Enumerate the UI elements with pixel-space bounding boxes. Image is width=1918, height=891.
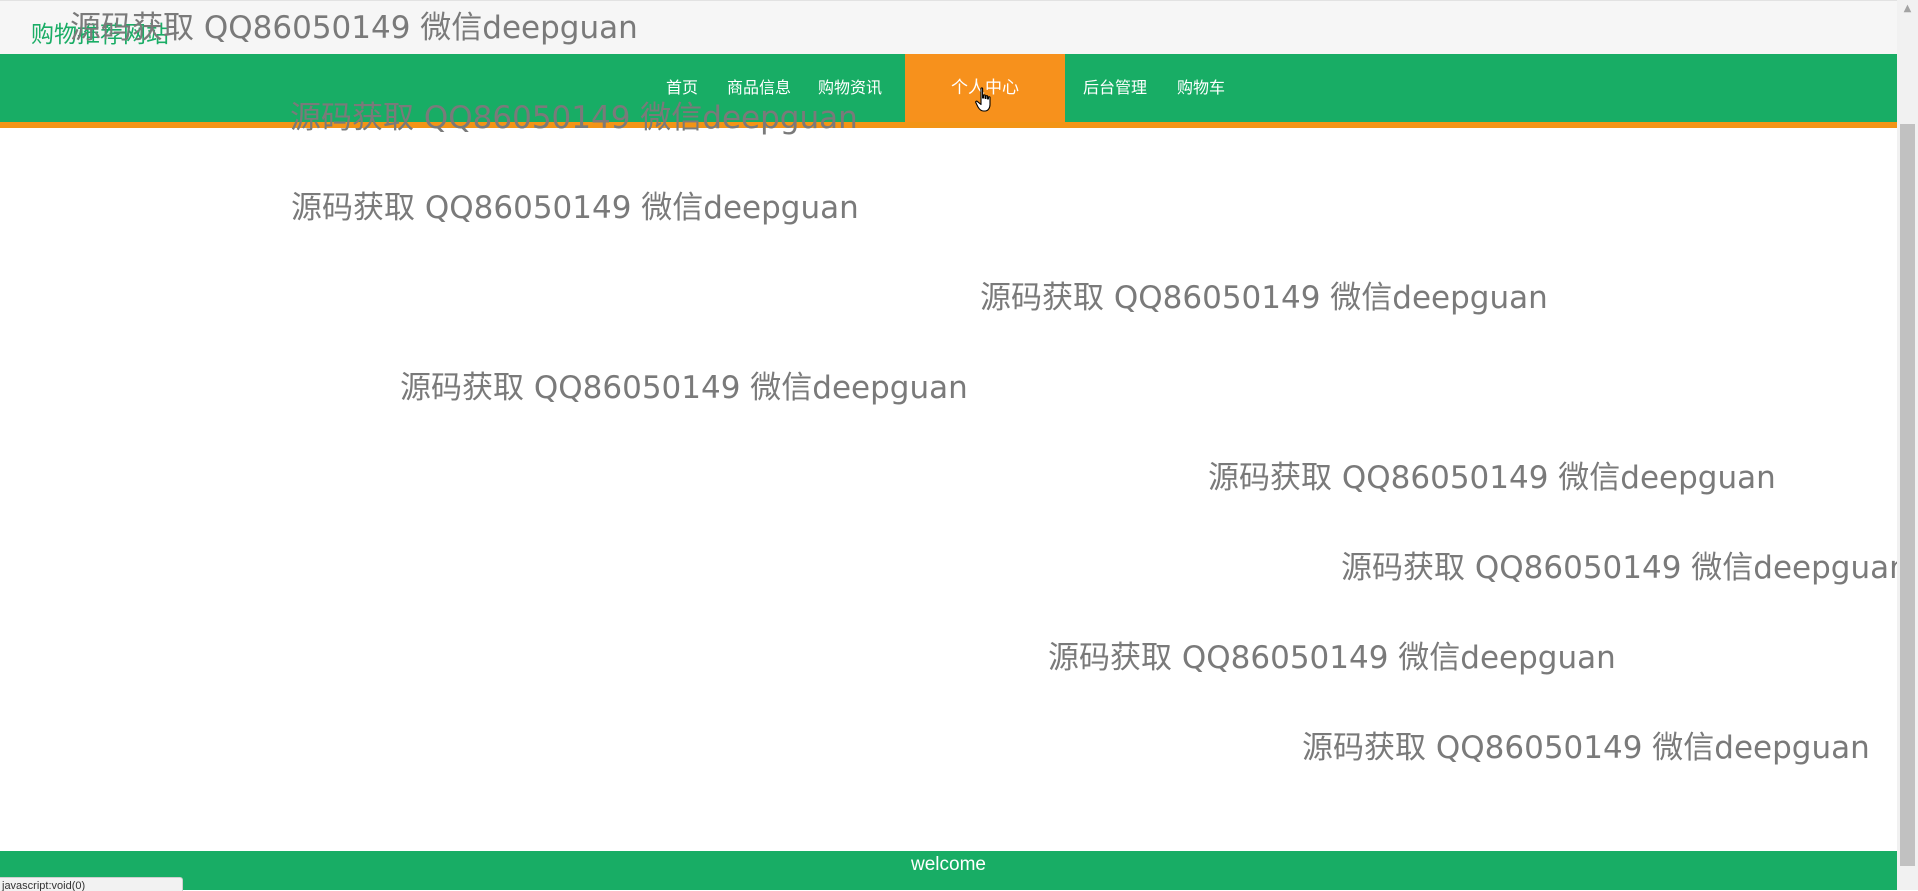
watermark-text: 源码获取 QQ86050149 微信deepguan <box>1208 460 1776 496</box>
footer-text: welcome <box>911 854 986 875</box>
watermark-text: 源码获取 QQ86050149 微信deepguan <box>400 370 968 406</box>
watermark-text: 源码获取 QQ86050149 微信deepguan <box>980 280 1548 316</box>
nav-underline <box>0 122 1897 128</box>
hand-pointer-cursor-icon <box>975 87 991 112</box>
watermark-text: 源码获取 QQ86050149 微信deepguan <box>290 100 858 136</box>
watermark-text: 源码获取 QQ86050149 微信deepguan <box>1302 730 1870 766</box>
status-url: javascript:void(0) <box>2 880 86 891</box>
browser-status-bar: javascript:void(0) <box>0 877 183 891</box>
nav-item-cart[interactable]: 购物车 <box>1177 54 1225 122</box>
vertical-scrollbar[interactable]: ▲ <box>1897 0 1918 890</box>
watermark-text: 源码获取 QQ86050149 微信deepguan <box>1341 550 1909 586</box>
watermark-text: 源码获取 QQ86050149 微信deepguan <box>291 190 859 226</box>
nav-item-admin[interactable]: 后台管理 <box>1083 54 1147 122</box>
watermark-text: 源码获取 QQ86050149 微信deepguan <box>70 10 638 46</box>
watermark-text: 源码获取 QQ86050149 微信deepguan <box>1048 640 1616 676</box>
scroll-up-arrow-icon[interactable]: ▲ <box>1897 0 1918 17</box>
footer: welcome <box>0 851 1897 890</box>
scroll-thumb[interactable] <box>1900 124 1915 866</box>
